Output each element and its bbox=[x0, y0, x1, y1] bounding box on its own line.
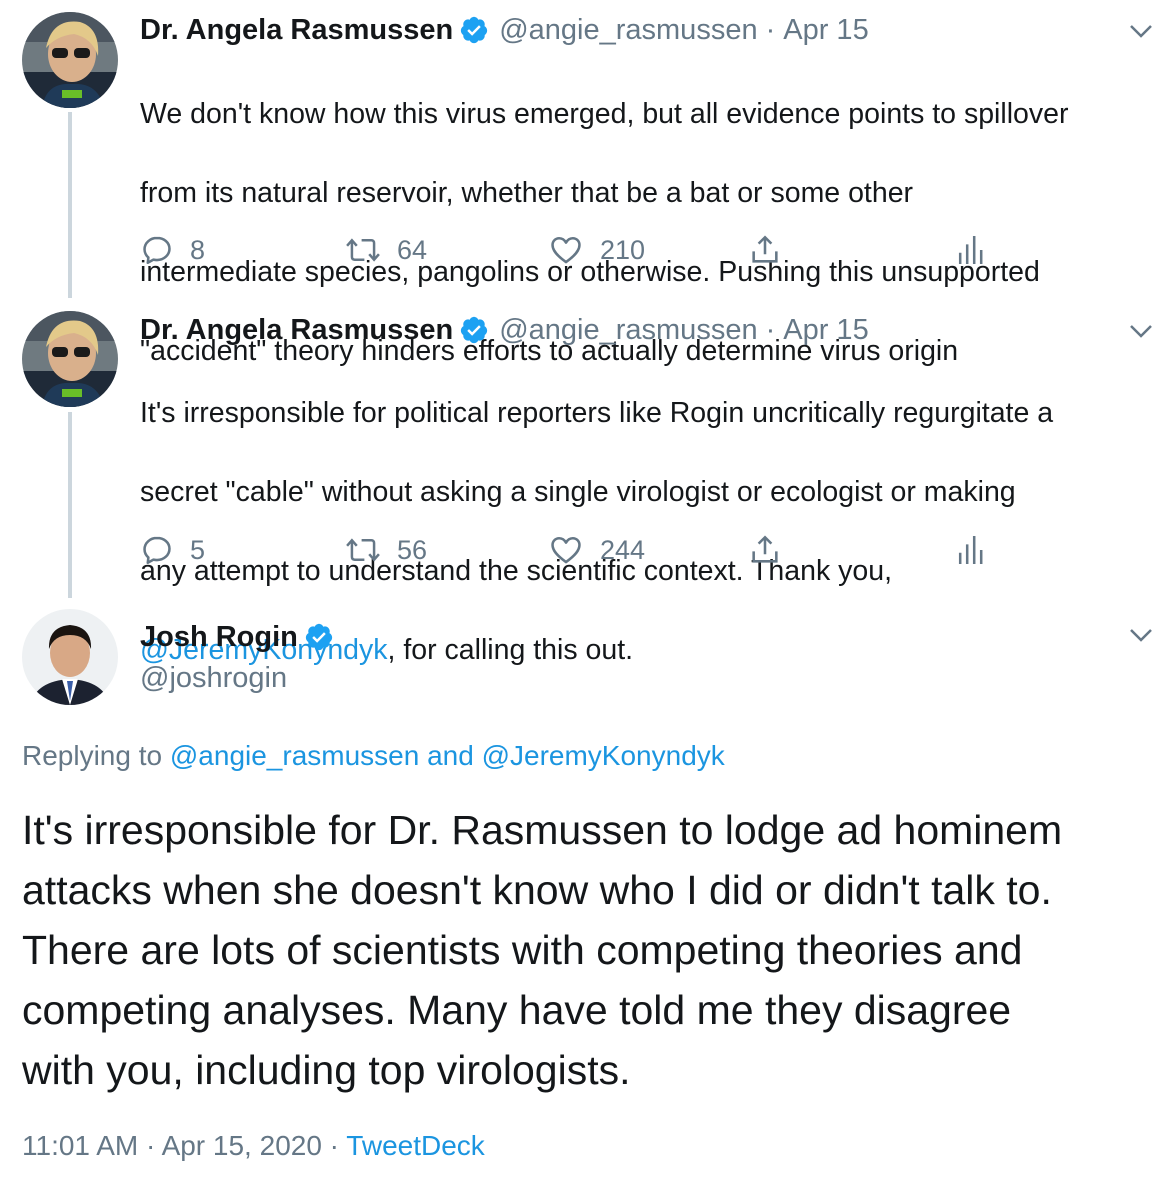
tweet-header: Josh Rogin bbox=[140, 617, 344, 657]
reply-count: 5 bbox=[190, 534, 206, 565]
retweet-count: 64 bbox=[397, 234, 428, 265]
tweet-header-handle: @joshrogin bbox=[140, 658, 287, 698]
replying-to-label: Replying to bbox=[22, 740, 163, 771]
author-name[interactable]: Josh Rogin bbox=[140, 621, 298, 654]
reply-button[interactable]: 5 bbox=[140, 530, 205, 570]
separator-dot: · bbox=[765, 13, 776, 46]
chevron-down-icon[interactable] bbox=[1126, 16, 1156, 46]
tweet-text-line: secret "cable" without asking a single v… bbox=[140, 475, 1016, 508]
thread-connector bbox=[68, 412, 72, 598]
like-icon bbox=[551, 236, 581, 264]
tweet-date[interactable]: Apr 15 bbox=[783, 314, 868, 347]
retweet-button[interactable]: 64 bbox=[345, 230, 427, 270]
tweet-date[interactable]: Apr 15 bbox=[783, 14, 868, 47]
author-name[interactable]: Dr. Angela Rasmussen bbox=[140, 314, 453, 347]
tweet-text-line: from its natural reservoir, whether that… bbox=[140, 176, 914, 209]
tweet-text-line: We don't know how this virus emerged, bu… bbox=[140, 97, 1069, 130]
tweet-text-fragment: , for calling this out. bbox=[387, 633, 634, 666]
tweet-header: Dr. Angela Rasmussen @angie_rasmussen · … bbox=[140, 310, 869, 350]
avatar[interactable] bbox=[22, 311, 118, 407]
avatar[interactable] bbox=[22, 12, 118, 108]
author-handle[interactable]: @angie_rasmussen bbox=[499, 14, 757, 47]
verified-badge-icon bbox=[305, 623, 333, 651]
like-button[interactable]: 244 bbox=[548, 530, 645, 570]
tweet-timestamp[interactable]: 11:01 AM · Apr 15, 2020 · bbox=[22, 1130, 339, 1161]
tweet-text-line: any attempt to understand the scientific… bbox=[140, 554, 892, 587]
tweet-text-line: intermediate species, pangolins or other… bbox=[140, 255, 1040, 288]
share-button[interactable] bbox=[748, 530, 782, 570]
like-icon bbox=[551, 536, 581, 564]
replying-to: Replying to @angie_rasmussen and @Jeremy… bbox=[22, 740, 725, 772]
share-button[interactable] bbox=[748, 230, 782, 270]
retweet-button[interactable]: 56 bbox=[345, 530, 427, 570]
thread-connector bbox=[68, 112, 72, 298]
retweet-count: 56 bbox=[397, 534, 428, 565]
like-count: 244 bbox=[600, 534, 646, 565]
verified-badge-icon bbox=[461, 16, 488, 44]
retweet-icon bbox=[346, 538, 380, 562]
share-icon bbox=[752, 235, 778, 263]
verified-badge-icon bbox=[461, 316, 488, 344]
chevron-down-icon[interactable] bbox=[1126, 316, 1156, 346]
share-icon bbox=[752, 535, 778, 563]
tweet-header: Dr. Angela Rasmussen @angie_rasmussen · … bbox=[140, 10, 869, 50]
like-button[interactable]: 210 bbox=[548, 230, 645, 270]
analytics-button[interactable] bbox=[956, 230, 984, 270]
replying-to-mentions[interactable]: @angie_rasmussen and @JeremyKonyndyk bbox=[170, 740, 725, 771]
chevron-down-icon[interactable] bbox=[1126, 620, 1156, 650]
reply-icon bbox=[143, 236, 171, 265]
reply-button[interactable]: 8 bbox=[140, 230, 205, 270]
avatar[interactable] bbox=[22, 609, 118, 705]
analytics-icon bbox=[958, 536, 983, 564]
main-tweet-text: It's irresponsible for Dr. Rasmussen to … bbox=[22, 807, 1063, 1093]
tweet-source-link[interactable]: TweetDeck bbox=[346, 1130, 485, 1161]
author-handle[interactable]: @angie_rasmussen bbox=[499, 314, 757, 347]
retweet-icon bbox=[346, 238, 380, 262]
analytics-icon bbox=[958, 236, 983, 264]
author-handle[interactable]: @joshrogin bbox=[140, 662, 287, 695]
analytics-button[interactable] bbox=[956, 530, 984, 570]
tweet-meta: 11:01 AM · Apr 15, 2020 · TweetDeck bbox=[22, 1130, 485, 1162]
like-count: 210 bbox=[600, 234, 646, 265]
author-name[interactable]: Dr. Angela Rasmussen bbox=[140, 14, 453, 47]
reply-icon bbox=[143, 536, 171, 565]
reply-count: 8 bbox=[190, 234, 206, 265]
tweet-text-line: It's irresponsible for political reporte… bbox=[140, 396, 1054, 429]
separator-dot: · bbox=[765, 313, 776, 346]
